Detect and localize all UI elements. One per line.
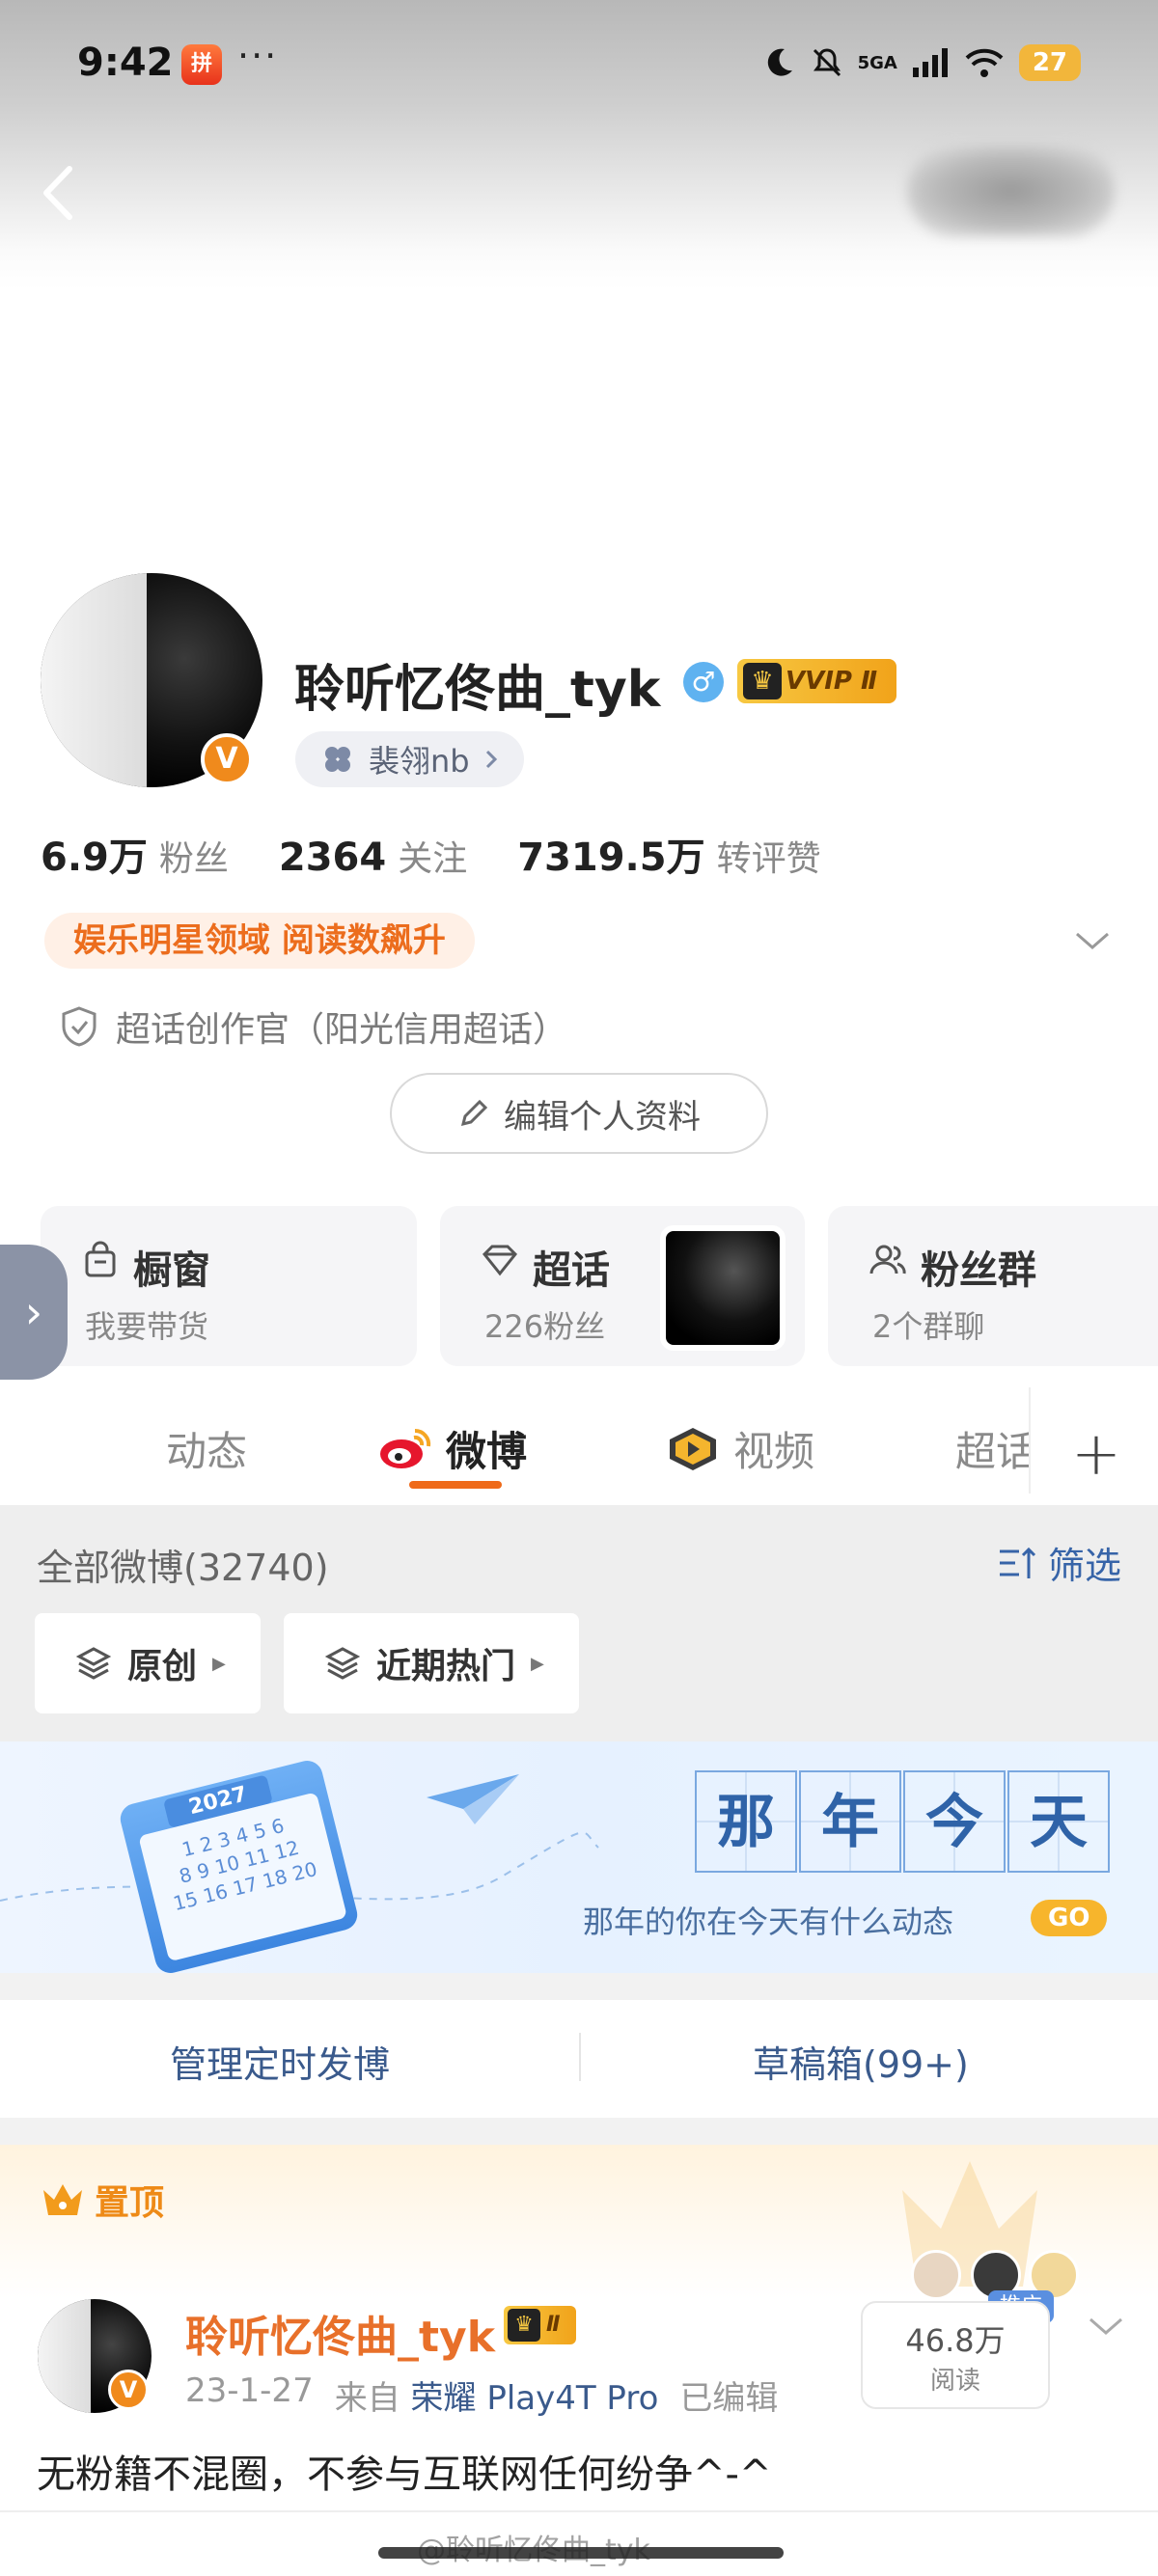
- post-meta: 23-1-27 来自 荣耀 Play4T Pro 已编辑: [185, 2371, 778, 2419]
- diamond-icon: [482, 1245, 518, 1276]
- crown-icon: [43, 2184, 82, 2215]
- supertopic-role[interactable]: 超话创作官（阳光信用超话）: [60, 1001, 567, 1052]
- mute-bell-icon: [813, 48, 841, 77]
- clover-icon: [325, 747, 350, 772]
- card-fan-group-title: 粉丝群: [921, 1248, 1036, 1293]
- read-count: 46.8万: [905, 2322, 1006, 2359]
- profile-tag-label: 裴翎nb: [369, 743, 470, 780]
- post-edited-flag: 已编辑: [679, 2379, 779, 2418]
- wifi-icon: [965, 48, 1004, 77]
- group-users-icon: [869, 1245, 906, 1274]
- blurred-region: [907, 145, 1115, 236]
- pinned-label: 置顶: [41, 2175, 164, 2225]
- post-menu-chevron-icon[interactable]: [1085, 2312, 1127, 2341]
- chip-recent-hot[interactable]: 近期热门 ▶: [284, 1613, 579, 1713]
- card-fan-group[interactable]: 粉丝群 2个群聊: [828, 1206, 1158, 1366]
- card-shop-window-title: 橱窗: [133, 1248, 210, 1293]
- video-play-icon: [670, 1427, 716, 1470]
- on-this-day-subtitle: 那年的你在今天有什么动态: [583, 1904, 954, 1940]
- read-label: 阅读: [929, 2367, 980, 2396]
- drafts-button[interactable]: 草稿箱(99+): [753, 2035, 969, 2088]
- status-more-icon: ···: [237, 35, 279, 77]
- manage-scheduled-posts-button[interactable]: 管理定时发博: [170, 2035, 390, 2088]
- tab-weibo[interactable]: 微博: [378, 1419, 527, 1478]
- section-gap: [0, 1973, 1158, 2000]
- tab-dynamics[interactable]: 动态: [166, 1419, 247, 1478]
- reposts-likes-count[interactable]: 7319.5万: [517, 826, 704, 882]
- layers-icon: [75, 1647, 112, 1680]
- moon-icon: [767, 48, 792, 76]
- vvip-badge[interactable]: ♛ VVIP Ⅱ: [737, 659, 897, 703]
- reposts-likes-label[interactable]: 转评赞: [717, 831, 821, 881]
- followers-count[interactable]: 6.9万: [41, 826, 148, 882]
- following-label[interactable]: 关注: [398, 831, 467, 881]
- filter-label: 筛选: [1047, 1545, 1121, 1587]
- pencil-icon: [460, 1099, 488, 1127]
- card-supertopic-title: 超话: [533, 1248, 610, 1293]
- shopping-bag-icon: [85, 1241, 116, 1277]
- section-gap: [0, 2118, 1158, 2145]
- post-vip-badge[interactable]: ♛ Ⅱ: [504, 2306, 576, 2344]
- followers-label[interactable]: 粉丝: [159, 831, 229, 881]
- go-button[interactable]: GO: [1031, 1900, 1108, 1936]
- chevron-right-icon: [485, 750, 497, 769]
- card-shop-window-sub: 我要带货: [85, 1308, 209, 1345]
- profile-tag-pill[interactable]: 裴翎nb: [295, 731, 524, 787]
- network-label: 5GA: [857, 52, 897, 73]
- read-count-box[interactable]: 46.8万 阅读: [861, 2301, 1050, 2409]
- verified-v-badge: V: [108, 2370, 149, 2410]
- active-tab-indicator: [409, 1481, 502, 1489]
- male-gender-icon: ♂: [683, 662, 724, 702]
- profile-tabs: 动态 微博 视频 超话: [0, 1394, 1158, 1510]
- shield-icon: [62, 1006, 96, 1047]
- card-shop-window[interactable]: 橱窗 我要带货: [41, 1206, 417, 1366]
- domain-badge[interactable]: 娱乐明星领域 阅读数飙升: [44, 913, 475, 969]
- card-supertopic[interactable]: 超话 226粉丝: [440, 1206, 805, 1366]
- action-divider: [579, 2033, 581, 2081]
- verified-v-badge: V: [201, 733, 253, 785]
- supertopic-role-label: 超话创作官（阳光信用超话）: [116, 1010, 568, 1050]
- divider: [0, 2510, 1158, 2512]
- post-device[interactable]: 荣耀 Play4T Pro: [411, 2379, 659, 2418]
- all-weibo-count: 全部微博(32740): [37, 1547, 329, 1589]
- pinduoduo-app-icon: 拼: [181, 44, 222, 85]
- profile-stats: 6.9万 粉丝 2364 关注 7319.5万 转评赞: [41, 826, 871, 882]
- signal-icon: [912, 48, 948, 77]
- tab-supertopic[interactable]: 超话: [955, 1419, 1029, 1478]
- post-text: 无粉籍不混圈，不参与互联网任何纷争^-^: [37, 2453, 772, 2497]
- edit-profile-button[interactable]: 编辑个人资料: [390, 1073, 768, 1154]
- home-indicator[interactable]: [378, 2547, 784, 2559]
- card-fan-group-sub: 2个群聊: [872, 1308, 985, 1345]
- crown-icon: ♛: [508, 2309, 540, 2342]
- tab-video[interactable]: 视频: [666, 1419, 814, 1478]
- status-indicators: 5GA 27: [761, 41, 1081, 85]
- filter-sort-icon: [999, 1547, 1036, 1578]
- back-arrow-icon[interactable]: [35, 159, 83, 227]
- chip-original[interactable]: 原创 ▶: [35, 1613, 261, 1713]
- post-source-prefix: 来自: [334, 2379, 400, 2418]
- on-this-day-title: 那 年 今 天: [695, 1770, 1112, 1873]
- filter-button[interactable]: 筛选: [998, 1536, 1121, 1589]
- paper-plane-icon: [427, 1774, 519, 1824]
- profile-username: 聆听忆佟曲_tyk: [294, 661, 661, 719]
- post-date: 23-1-27: [185, 2371, 314, 2410]
- post-management-bar: 管理定时发博 草稿箱(99+): [0, 2000, 1158, 2118]
- following-count[interactable]: 2364: [279, 836, 386, 880]
- crown-icon: ♛: [743, 663, 782, 699]
- post-author-name[interactable]: 聆听忆佟曲_tyk: [185, 2302, 495, 2364]
- on-this-day-banner[interactable]: 2027 1 2 3 4 5 68 9 10 11 12 15 16 17 18 …: [0, 1741, 1158, 1973]
- supertopic-thumbnail: [660, 1225, 786, 1351]
- tab-divider: [1029, 1387, 1031, 1494]
- side-expand-arrow[interactable]: ›: [0, 1245, 68, 1380]
- chevron-down-icon[interactable]: [1071, 926, 1114, 955]
- layers-icon: [324, 1647, 361, 1680]
- weibo-logo-icon: [380, 1428, 431, 1468]
- card-supertopic-sub: 226粉丝: [484, 1308, 606, 1345]
- status-time: 9:42: [77, 41, 174, 85]
- edit-profile-label: 编辑个人资料: [504, 1097, 701, 1137]
- add-tab-plus-icon[interactable]: +: [1071, 1418, 1121, 1489]
- battery-indicator: 27: [1018, 44, 1081, 81]
